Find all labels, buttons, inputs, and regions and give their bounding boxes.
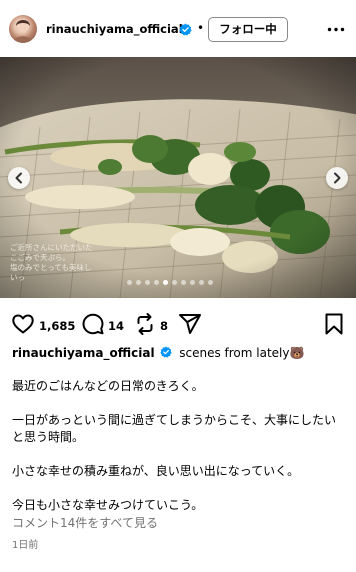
chevron-right-icon <box>334 172 341 184</box>
caption-username[interactable]: rinauchiyama_official <box>12 346 155 360</box>
verified-badge-icon <box>160 346 173 358</box>
carousel-dot <box>127 280 132 285</box>
carousel-dot <box>136 280 141 285</box>
separator-dot: • <box>197 21 205 35</box>
repost-count[interactable]: 8 <box>160 319 168 333</box>
following-button[interactable]: フォロー中 <box>208 17 288 42</box>
view-all-comments-link[interactable]: コメント14件をすべて見る <box>12 516 158 531</box>
post-header: rinauchiyama_official • フォロー中 <box>0 0 356 57</box>
post-timestamp[interactable]: 1日前 <box>12 539 38 552</box>
more-horizontal-icon[interactable] <box>327 27 345 32</box>
send-icon[interactable] <box>178 312 202 336</box>
post-username[interactable]: rinauchiyama_official <box>46 22 183 36</box>
carousel-dot <box>190 280 195 285</box>
bookmark-icon[interactable] <box>322 312 346 336</box>
heart-icon[interactable] <box>11 312 35 336</box>
carousel-dot <box>154 280 159 285</box>
caption-line: rinauchiyama_official scenes from lately… <box>12 346 346 361</box>
avatar-image <box>13 20 33 43</box>
carousel-dot <box>208 280 213 285</box>
carousel-dot <box>172 280 177 285</box>
caption-title: scenes from lately🐻 <box>179 346 305 360</box>
comment-count[interactable]: 14 <box>108 319 124 333</box>
chevron-left-icon <box>15 172 22 184</box>
carousel-next-button[interactable] <box>326 167 348 189</box>
action-bar: 1,685 14 8 <box>0 312 356 338</box>
caption-body: 最近のごはんなどの日常のきろく。 一日があっという間に過ぎてしまうからこそ、大事… <box>12 379 337 512</box>
carousel-indicator <box>127 280 213 285</box>
carousel-dot <box>145 280 150 285</box>
like-count[interactable]: 1,685 <box>39 319 75 333</box>
carousel-prev-button[interactable] <box>8 167 30 189</box>
verified-badge-icon <box>179 23 192 36</box>
repost-icon[interactable] <box>133 312 157 336</box>
carousel-dot <box>199 280 204 285</box>
comment-icon[interactable] <box>81 312 105 336</box>
carousel-dot-active <box>163 280 168 285</box>
photo-overlay-text: ご近所さんにいただいた こごみで天ぷら。 塩のみでとっても美味し いっ <box>10 243 93 282</box>
avatar[interactable] <box>9 15 37 43</box>
carousel-dot <box>181 280 186 285</box>
